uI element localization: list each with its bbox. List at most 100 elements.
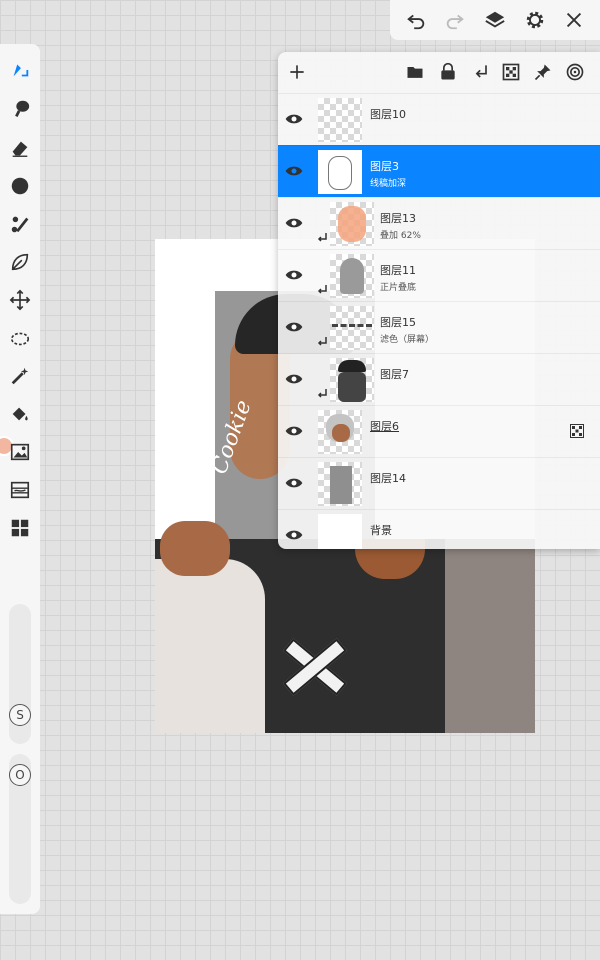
color-tool[interactable]	[6, 172, 34, 200]
layer-row[interactable]: 图层15 滤色（屏幕）	[278, 301, 600, 353]
layer-thumbnail	[318, 410, 362, 454]
art-jacket-left	[155, 559, 265, 733]
brush-library-tool[interactable]	[6, 210, 34, 238]
brush-tool[interactable]	[6, 56, 34, 84]
target-icon	[566, 63, 584, 81]
layer-blend-mode: 线稿加深	[370, 179, 407, 189]
visibility-eye-icon[interactable]	[284, 369, 304, 389]
layer-thumbnail	[318, 514, 362, 549]
layer-row[interactable]: 图层7	[278, 353, 600, 405]
layer-row[interactable]: 图层10	[278, 93, 600, 145]
redo-button[interactable]	[441, 6, 469, 34]
add-layer-button[interactable]	[286, 61, 308, 83]
layer-name: 图层3	[370, 160, 399, 173]
close-button[interactable]	[560, 6, 588, 34]
layer-thumbnail	[330, 254, 374, 298]
alpha-lock-icon	[570, 424, 584, 438]
visibility-eye-icon[interactable]	[284, 161, 304, 181]
undo-button[interactable]	[402, 6, 430, 34]
layer-thumbnail	[318, 150, 362, 194]
clipping-arrow-icon	[317, 389, 327, 398]
magic-wand-icon	[11, 367, 29, 385]
fill-icon	[12, 407, 28, 421]
layer-row[interactable]: 图层13 叠加 62%	[278, 197, 600, 249]
clipping-arrow-icon	[317, 285, 327, 294]
layers-panel-header	[278, 52, 600, 92]
layer-thumbnail	[330, 202, 374, 246]
layer-row-background[interactable]: 背景	[278, 509, 600, 549]
liquify-tool[interactable]	[6, 248, 34, 276]
layers-button[interactable]	[481, 6, 509, 34]
visibility-eye-icon[interactable]	[284, 265, 304, 285]
layer-row-selected[interactable]: 图层3 线稿加深	[278, 145, 600, 197]
clip-down-icon	[475, 65, 487, 78]
lock-button[interactable]	[437, 61, 459, 83]
clipping-arrow-icon	[317, 337, 327, 346]
layer-row[interactable]: 图层6	[278, 405, 600, 457]
thumb-face	[332, 424, 350, 442]
transparency-button[interactable]	[500, 61, 522, 83]
thumb-grey-panel	[330, 466, 352, 504]
layer-blend-mode: 正片叠底	[380, 283, 417, 293]
gear-icon	[526, 11, 543, 29]
layer-name: 背景	[370, 524, 392, 537]
magic-wand-tool[interactable]	[6, 362, 34, 390]
layer-name: 图层15	[380, 316, 416, 329]
visibility-eye-icon[interactable]	[284, 421, 304, 441]
layer-blend-mode: 叠加 62%	[380, 231, 421, 241]
layer-row[interactable]: 图层11 正片叠底	[278, 249, 600, 301]
visibility-eye-icon[interactable]	[284, 109, 304, 129]
left-toolbar: S O	[0, 44, 40, 914]
brush-tool-icon	[13, 64, 29, 77]
liquify-icon	[11, 253, 29, 271]
gallery-icon	[11, 519, 29, 537]
size-button[interactable]: S	[9, 704, 31, 726]
layer-thumbnail	[330, 358, 374, 402]
target-button[interactable]	[564, 61, 586, 83]
lasso-icon	[10, 332, 30, 346]
thumb-figure	[338, 372, 366, 402]
image-import-tool[interactable]	[6, 438, 34, 466]
filter-tool[interactable]	[6, 476, 34, 504]
color-tool-icon	[11, 177, 29, 195]
art-hand	[160, 521, 230, 576]
eraser-tool[interactable]	[6, 134, 34, 162]
add-layer-icon	[290, 65, 304, 79]
group-button[interactable]	[404, 61, 426, 83]
brush-library-icon	[11, 216, 29, 233]
layers-icon	[485, 11, 505, 28]
transform-tool[interactable]	[6, 286, 34, 314]
pin-button[interactable]	[532, 61, 554, 83]
visibility-eye-icon[interactable]	[284, 213, 304, 233]
redo-icon	[447, 14, 465, 30]
image-import-icon	[10, 443, 30, 461]
layer-row[interactable]: 图层14	[278, 457, 600, 509]
folder-icon	[407, 67, 423, 78]
fill-tool[interactable]	[6, 400, 34, 428]
layer-name: 图层14	[370, 472, 406, 485]
pin-icon	[534, 64, 551, 81]
thumb-grey-shadow	[340, 258, 364, 294]
layer-blend-mode: 滤色（屏幕）	[380, 335, 435, 345]
layer-name: 图层7	[380, 368, 409, 381]
clipping-arrow-icon	[317, 233, 327, 242]
layer-thumbnail	[318, 462, 362, 506]
visibility-eye-icon[interactable]	[284, 473, 304, 493]
transparency-icon	[502, 63, 520, 81]
eraser-tool-icon	[12, 141, 28, 157]
settings-button[interactable]	[521, 6, 549, 34]
lasso-tool[interactable]	[6, 324, 34, 352]
thumb-lineart	[328, 156, 352, 190]
close-icon	[567, 12, 582, 28]
opacity-button[interactable]: O	[9, 764, 31, 786]
gallery-tool[interactable]	[6, 514, 34, 542]
lock-icon	[441, 62, 455, 80]
visibility-eye-icon[interactable]	[284, 317, 304, 337]
clip-down-button[interactable]	[470, 61, 492, 83]
art-jacket-right	[445, 539, 535, 733]
visibility-eye-icon[interactable]	[284, 525, 304, 545]
smudge-tool-icon	[15, 100, 30, 117]
undo-icon	[406, 14, 424, 30]
smudge-tool[interactable]	[6, 95, 34, 123]
top-toolbar	[390, 0, 600, 40]
